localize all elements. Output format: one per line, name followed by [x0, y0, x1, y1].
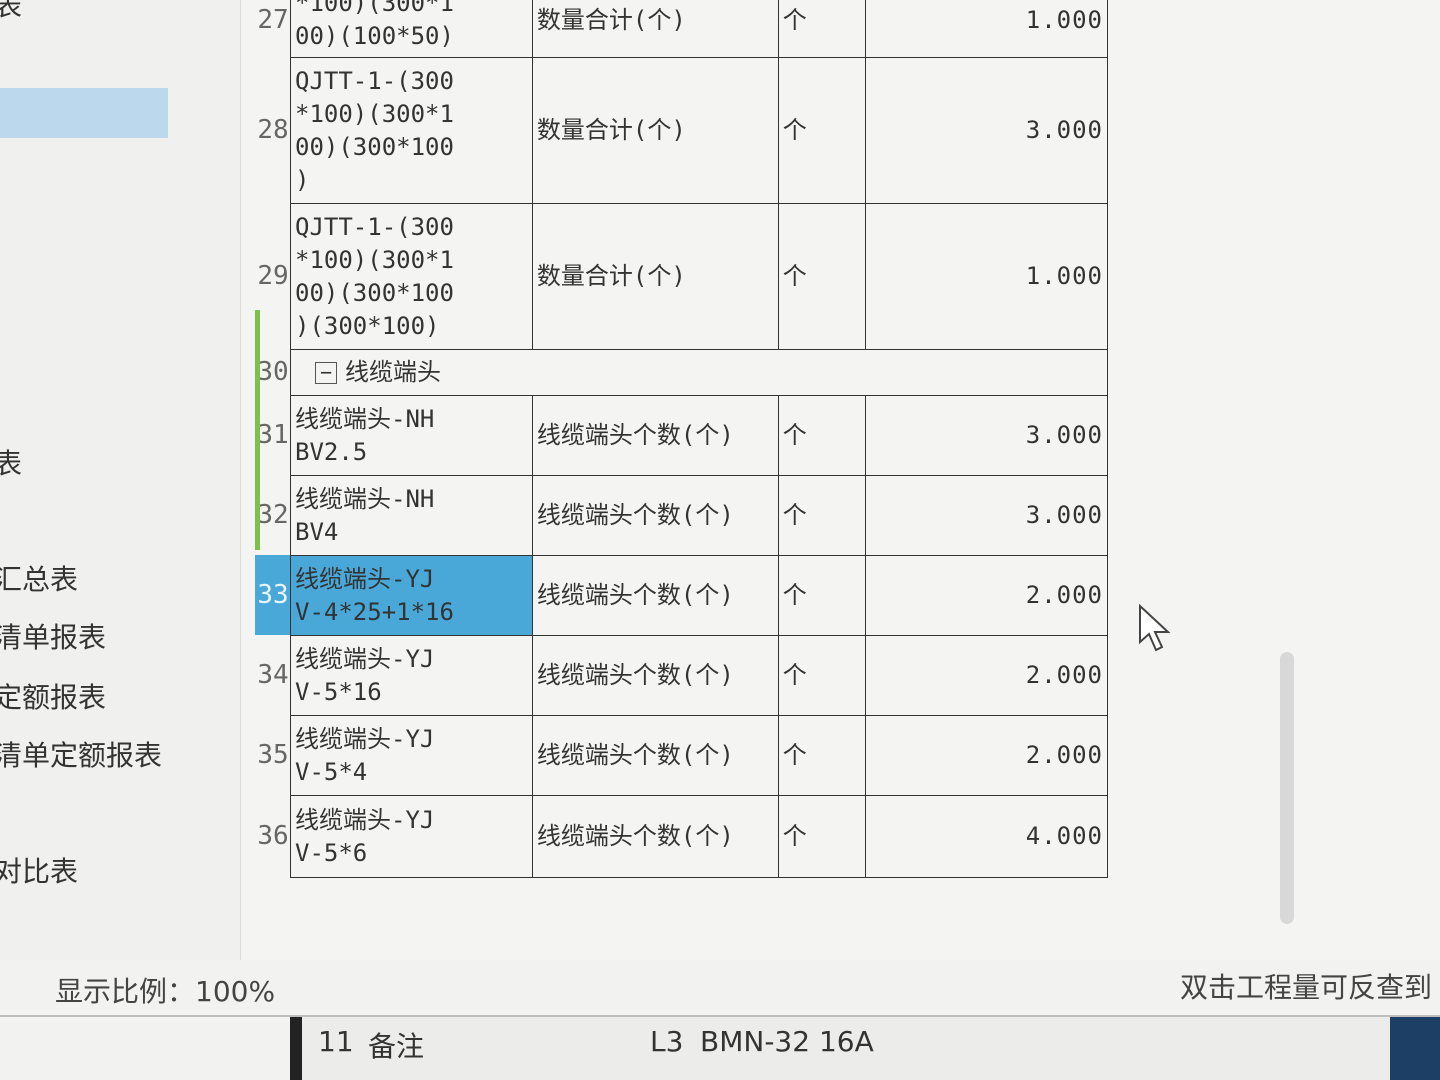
sidebar-item-bill-quota-report[interactable]: 清单定额报表 [0, 734, 162, 774]
bottom-code: L3 [650, 1025, 684, 1058]
item-name-cell-selected[interactable]: 线缆端头-YJ V-4*25+1*16 [290, 555, 533, 636]
quantity-desc-cell[interactable]: 线缆端头个数(个) [531, 795, 779, 878]
table-row[interactable]: 线缆端头-NH BV4 线缆端头个数(个) 个 3.000 [290, 475, 1108, 556]
table-row[interactable]: 线缆端头-NH BV2.5 线缆端头个数(个) 个 3.000 [290, 395, 1108, 476]
quantity-cell[interactable]: 1.000 [865, 203, 1108, 350]
table-row[interactable]: QJTT-1-(300 *100)(300*1 00)(300*100 ) 数量… [290, 57, 1108, 204]
item-name-cell[interactable]: 线缆端头-YJ V-5*6 [290, 795, 533, 878]
unit-cell[interactable]: 个 [777, 0, 867, 58]
quantity-desc-cell[interactable]: 线缆端头个数(个) [531, 395, 779, 476]
item-name-cell[interactable]: 线缆端头-YJ V-5*4 [290, 715, 533, 796]
row-number[interactable]: 27 [255, 0, 291, 57]
quantity-desc-cell[interactable]: 线缆端头个数(个) [531, 555, 779, 636]
unit-cell[interactable]: 个 [777, 395, 867, 476]
quantity-cell[interactable]: 3.000 [865, 57, 1108, 204]
item-name-cell[interactable]: QJTT-1-(300 *100)(300*1 00)(300*100 ) [290, 57, 533, 204]
table-row[interactable]: 线缆端头-YJ V-5*4 线缆端头个数(个) 个 2.000 [290, 715, 1108, 796]
row-number[interactable]: 32 [255, 475, 291, 555]
row-number[interactable]: 35 [255, 715, 291, 795]
collapse-toggle-icon[interactable]: − [315, 362, 337, 384]
item-name-cell[interactable]: *100)(300*1 00)(100*50) [290, 0, 533, 58]
unit-cell[interactable]: 个 [777, 203, 867, 350]
unit-cell[interactable]: 个 [777, 635, 867, 716]
quantity-cell[interactable]: 2.000 [865, 715, 1108, 796]
table-row[interactable]: 线缆端头-YJ V-5*6 线缆端头个数(个) 个 4.000 [290, 795, 1108, 878]
sidebar-item-summary[interactable]: 汇总表 [0, 558, 78, 598]
item-name-cell[interactable]: QJTT-1-(300 *100)(300*1 00)(300*100 )(30… [290, 203, 533, 350]
sidebar-item-compare[interactable]: 对比表 [0, 850, 78, 890]
quantity-cell[interactable]: 1.000 [865, 0, 1108, 58]
row-number[interactable]: 34 [255, 635, 291, 715]
table-row[interactable]: *100)(300*1 00)(100*50) 数量合计(个) 个 1.000 [290, 0, 1108, 58]
group-title: 线缆端头 [345, 358, 441, 386]
item-name-cell[interactable]: 线缆端头-YJ V-5*16 [290, 635, 533, 716]
row-group-marker [255, 310, 260, 550]
table-group-row[interactable]: − 线缆端头 [290, 349, 1108, 396]
zoom-level: 显示比例：100% [55, 975, 276, 1008]
unit-cell[interactable]: 个 [777, 555, 867, 636]
report-sidebar: 表 表 汇总表 清单报表 定额报表 清单定额报表 对比表 [0, 0, 241, 960]
quantity-desc-cell[interactable]: 线缆端头个数(个) [531, 635, 779, 716]
bottom-value: BMN-32 16A [700, 1025, 874, 1058]
sidebar-item-bill-report[interactable]: 清单报表 [0, 616, 106, 656]
sidebar-item-report-1[interactable]: 表 [0, 442, 22, 482]
quantity-cell[interactable]: 3.000 [865, 395, 1108, 476]
sidebar-selected-item[interactable] [0, 88, 168, 138]
quantity-cell[interactable]: 4.000 [865, 795, 1108, 878]
quantity-desc-cell[interactable]: 线缆端头个数(个) [531, 475, 779, 556]
quantity-desc-cell[interactable]: 线缆端头个数(个) [531, 715, 779, 796]
background-window-edge [1390, 1017, 1440, 1080]
row-number[interactable]: 30 [255, 349, 291, 395]
quantity-cell[interactable]: 3.000 [865, 475, 1108, 556]
row-number[interactable]: 28 [255, 57, 291, 203]
quantity-table: *100)(300*1 00)(100*50) 数量合计(个) 个 1.000 … [290, 0, 1108, 878]
vertical-scrollbar[interactable] [1280, 652, 1294, 924]
table-row-selected[interactable]: 线缆端头-YJ V-4*25+1*16 线缆端头个数(个) 个 2.000 [290, 555, 1108, 636]
unit-cell[interactable]: 个 [777, 715, 867, 796]
item-name-cell[interactable]: 线缆端头-NH BV4 [290, 475, 533, 556]
group-header-cell[interactable]: − 线缆端头 [290, 349, 1108, 396]
table-row[interactable]: 线缆端头-YJ V-5*16 线缆端头个数(个) 个 2.000 [290, 635, 1108, 716]
row-number[interactable]: 31 [255, 395, 291, 475]
row-number[interactable]: 29 [255, 203, 291, 349]
sidebar-item-report-0[interactable]: 表 [0, 0, 22, 24]
quantity-desc-cell[interactable]: 数量合计(个) [531, 0, 779, 58]
bottom-remark-label: 备注 [368, 1030, 425, 1063]
quantity-cell[interactable]: 2.000 [865, 555, 1108, 636]
unit-cell[interactable]: 个 [777, 475, 867, 556]
unit-cell[interactable]: 个 [777, 795, 867, 878]
quantity-desc-cell[interactable]: 数量合计(个) [531, 57, 779, 204]
quantity-desc-cell[interactable]: 数量合计(个) [531, 203, 779, 350]
bottom-row-number: 11 [318, 1025, 354, 1058]
quantity-cell[interactable]: 2.000 [865, 635, 1108, 716]
table-row[interactable]: QJTT-1-(300 *100)(300*1 00)(300*100 )(30… [290, 203, 1108, 350]
row-number[interactable]: 36 [255, 795, 291, 877]
row-number-selected[interactable]: 33 [255, 555, 291, 635]
mouse-pointer-icon [1139, 604, 1171, 652]
item-name-cell[interactable]: 线缆端头-NH BV2.5 [290, 395, 533, 476]
sidebar-item-quota-report[interactable]: 定额报表 [0, 676, 106, 716]
status-hint: 双击工程量可反查到 [1180, 971, 1433, 1004]
unit-cell[interactable]: 个 [777, 57, 867, 204]
